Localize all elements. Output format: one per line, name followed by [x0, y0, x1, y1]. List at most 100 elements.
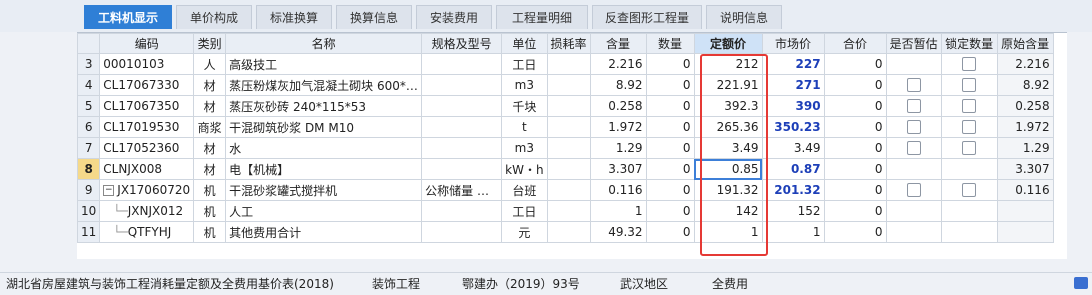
col-quantity[interactable]: 数量: [645, 33, 695, 54]
cell-name[interactable]: 其他费用合计: [225, 221, 423, 243]
cell-lock-quantity[interactable]: [940, 116, 998, 138]
cell-is-estimate[interactable]: [885, 137, 942, 159]
cell-spec[interactable]: [421, 137, 503, 159]
cell-unit[interactable]: t: [501, 116, 548, 138]
cell-spec[interactable]: [421, 221, 503, 243]
cell-quantity[interactable]: 0: [645, 53, 695, 75]
cell-lock-quantity[interactable]: [940, 95, 998, 117]
cell-code[interactable]: CL17052360: [99, 137, 195, 159]
col-spec[interactable]: 规格及型号: [421, 33, 503, 54]
cell-content[interactable]: 1: [589, 200, 647, 222]
estimate-checkbox[interactable]: [906, 120, 921, 135]
table-row-selected[interactable]: 8 CLNJX008 材 电【机械】 kW・h 3.307 0 0.85 0.8…: [76, 158, 1054, 180]
cell-unit[interactable]: 工日: [501, 200, 548, 222]
cell-quantity[interactable]: 0: [645, 137, 695, 159]
cell-code[interactable]: CL17067350: [99, 95, 195, 117]
cell-quantity[interactable]: 0: [645, 158, 695, 180]
cell-loss[interactable]: [546, 53, 591, 75]
cell-is-estimate[interactable]: [885, 95, 942, 117]
cell-market-price[interactable]: 0.87: [761, 158, 825, 180]
cell-quota-price[interactable]: 212: [693, 53, 763, 75]
cell-unit[interactable]: 元: [501, 221, 548, 243]
tab-conversion-info[interactable]: 换算信息: [336, 5, 412, 29]
tab-install-fee[interactable]: 安装费用: [416, 5, 492, 29]
cell-quota-price[interactable]: 142: [693, 200, 763, 222]
cell-code[interactable]: CLNJX008: [99, 158, 195, 180]
cell-quota-price[interactable]: 1: [693, 221, 763, 243]
cell-type[interactable]: 商浆: [193, 116, 227, 138]
cell-type[interactable]: 材: [193, 158, 227, 180]
cell-name[interactable]: 电【机械】: [225, 158, 423, 180]
lock-checkbox[interactable]: [962, 120, 977, 135]
col-code[interactable]: 编码: [99, 33, 195, 54]
cell-name[interactable]: 干混砌筑砂浆 DM M10: [225, 116, 423, 138]
cell-is-estimate[interactable]: [885, 179, 942, 201]
cell-market-price[interactable]: 390: [761, 95, 825, 117]
table-row[interactable]: 4 CL17067330 材 蒸压粉煤灰加气混凝土砌块 600*… m3 8.9…: [76, 74, 1054, 96]
cell-code[interactable]: − JX17060720: [99, 179, 195, 201]
col-type[interactable]: 类别: [193, 33, 227, 54]
cell-spec[interactable]: [421, 158, 503, 180]
table-row[interactable]: 5 CL17067350 材 蒸压灰砂砖 240*115*53 千块 0.258…: [76, 95, 1054, 117]
cell-market-price[interactable]: 1: [761, 221, 825, 243]
cell-type[interactable]: 人: [193, 53, 227, 75]
cell-loss[interactable]: [546, 158, 591, 180]
cell-type[interactable]: 机: [193, 200, 227, 222]
cell-quantity[interactable]: 0: [645, 221, 695, 243]
col-quota-price[interactable]: 定额价: [693, 33, 763, 54]
cell-name[interactable]: 蒸压粉煤灰加气混凝土砌块 600*…: [225, 74, 423, 96]
table-row[interactable]: 3 00010103 人 高级技工 工日 2.216 0 212 227 0 2…: [76, 53, 1054, 75]
cell-quantity[interactable]: 0: [645, 116, 695, 138]
cell-lock-quantity[interactable]: [940, 53, 998, 75]
cell-market-price[interactable]: 350.23: [761, 116, 825, 138]
cell-quantity[interactable]: 0: [645, 200, 695, 222]
cell-loss[interactable]: [546, 221, 591, 243]
cell-type[interactable]: 机: [193, 179, 227, 201]
cell-name[interactable]: 蒸压灰砂砖 240*115*53: [225, 95, 423, 117]
cell-content[interactable]: 0.258: [589, 95, 647, 117]
cell-content[interactable]: 2.216: [589, 53, 647, 75]
lock-checkbox[interactable]: [962, 183, 977, 198]
cell-lock-quantity[interactable]: [940, 179, 998, 201]
table-row[interactable]: 6 CL17019530 商浆 干混砌筑砂浆 DM M10 t 1.972 0 …: [76, 116, 1054, 138]
col-content[interactable]: 含量: [589, 33, 647, 54]
cell-loss[interactable]: [546, 179, 591, 201]
cell-type[interactable]: 机: [193, 221, 227, 243]
cell-content[interactable]: 49.32: [589, 221, 647, 243]
cell-spec[interactable]: [421, 53, 503, 75]
cell-code[interactable]: CL17067330: [99, 74, 195, 96]
estimate-checkbox[interactable]: [906, 183, 921, 198]
cell-quota-price-selected[interactable]: 0.85: [693, 158, 763, 180]
table-row[interactable]: 11 └─QTFYHJ 机 其他费用合计 元 49.32 0 1 1 0: [76, 221, 1054, 243]
col-market-price[interactable]: 市场价: [761, 33, 825, 54]
cell-quota-price[interactable]: 191.32: [693, 179, 763, 201]
cell-code[interactable]: └─QTFYHJ: [99, 221, 195, 243]
lock-checkbox[interactable]: [962, 57, 977, 72]
panel-toggle-icon[interactable]: [1074, 277, 1088, 289]
cell-quantity[interactable]: 0: [645, 95, 695, 117]
cell-content[interactable]: 1.972: [589, 116, 647, 138]
tab-standard-conversion[interactable]: 标准换算: [256, 5, 332, 29]
table-row[interactable]: 7 CL17052360 材 水 m3 1.29 0 3.49 3.49 0 1…: [76, 137, 1054, 159]
cell-name[interactable]: 高级技工: [225, 53, 423, 75]
cell-name[interactable]: 水: [225, 137, 423, 159]
cell-loss[interactable]: [546, 200, 591, 222]
tab-description[interactable]: 说明信息: [706, 5, 782, 29]
table-row[interactable]: 9 − JX17060720 机 干混砂浆罐式搅拌机 公称储量 … 台班 0.11…: [76, 179, 1054, 201]
cell-unit[interactable]: 千块: [501, 95, 548, 117]
cell-content[interactable]: 3.307: [589, 158, 647, 180]
cell-name[interactable]: 干混砂浆罐式搅拌机: [225, 179, 423, 201]
cell-loss[interactable]: [546, 95, 591, 117]
cell-quota-price[interactable]: 265.36: [693, 116, 763, 138]
col-unit[interactable]: 单位: [501, 33, 548, 54]
cell-code[interactable]: 00010103: [99, 53, 195, 75]
cell-market-price[interactable]: 271: [761, 74, 825, 96]
tab-unit-price[interactable]: 单价构成: [176, 5, 252, 29]
cell-market-price[interactable]: 3.49: [761, 137, 825, 159]
cell-code[interactable]: └─JXNJX012: [99, 200, 195, 222]
table-row[interactable]: 10 └─JXNJX012 机 人工 工日 1 0 142 152 0: [76, 200, 1054, 222]
cell-quota-price[interactable]: 3.49: [693, 137, 763, 159]
cell-type[interactable]: 材: [193, 74, 227, 96]
col-loss[interactable]: 损耗率: [546, 33, 591, 54]
estimate-checkbox[interactable]: [906, 78, 921, 93]
